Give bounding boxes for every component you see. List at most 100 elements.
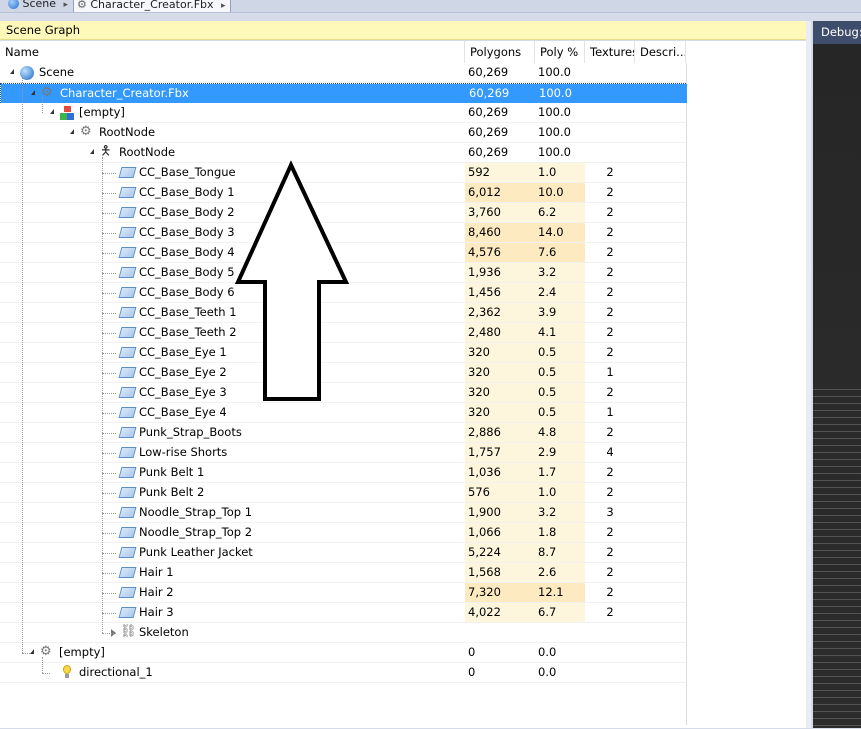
breadcrumb-file[interactable]: ⚙ Character_Creator.Fbx ▸ bbox=[73, 0, 231, 12]
row-name-cell: Punk Belt 2 bbox=[0, 483, 465, 502]
column-header-poly-pct[interactable]: Poly % bbox=[535, 41, 585, 63]
row-description bbox=[635, 663, 686, 682]
row-icon bbox=[20, 63, 40, 82]
row-textures: 2 bbox=[606, 205, 614, 219]
mesh-icon bbox=[118, 227, 137, 238]
row-description bbox=[635, 63, 686, 82]
row-name-cell: CC_Base_Eye 4 bbox=[0, 403, 465, 422]
row-description bbox=[635, 443, 686, 462]
row-textures: 2 bbox=[606, 425, 614, 439]
debug-panel-header[interactable]: Debug: bbox=[813, 21, 861, 44]
panel-title: Scene Graph bbox=[0, 21, 806, 40]
mesh-icon bbox=[118, 587, 137, 598]
expand-toggle-icon[interactable] bbox=[30, 649, 34, 654]
row-name-cell: Hair 2 bbox=[0, 583, 465, 602]
tree-connector bbox=[102, 173, 116, 174]
row-name-cell: ⚙ [empty] bbox=[0, 643, 465, 662]
row-polygons: 60,269 bbox=[468, 145, 509, 159]
mesh-icon bbox=[118, 567, 137, 578]
tree-connector bbox=[42, 673, 50, 674]
debug-viewport[interactable] bbox=[813, 44, 861, 729]
breadcrumb-separator-icon[interactable]: ▸ bbox=[64, 0, 69, 10]
row-textures: 2 bbox=[606, 165, 614, 179]
row-polygons: 3,760 bbox=[465, 203, 535, 222]
row-icon bbox=[118, 563, 140, 582]
expand-toggle-icon[interactable] bbox=[10, 69, 14, 74]
tree-row[interactable]: ⚙ [empty] 0 0.0 bbox=[0, 643, 686, 663]
expand-toggle-icon[interactable] bbox=[31, 90, 35, 95]
column-header-polygons[interactable]: Polygons bbox=[465, 41, 535, 63]
row-label: Punk_Strap_Boots bbox=[139, 425, 242, 439]
row-poly-pct: 8.7 bbox=[535, 543, 585, 562]
tree-connector bbox=[102, 313, 116, 314]
row-icon bbox=[60, 663, 80, 682]
row-label: CC_Base_Body 2 bbox=[139, 205, 235, 219]
column-header-description[interactable]: Descri... bbox=[635, 41, 686, 63]
row-polygons: 5,224 bbox=[465, 543, 535, 562]
row-description bbox=[635, 143, 686, 162]
expand-toggle-icon[interactable] bbox=[50, 109, 54, 114]
row-textures bbox=[585, 143, 635, 162]
breadcrumb-separator-icon[interactable]: ▸ bbox=[221, 1, 226, 11]
tree-row[interactable]: [empty] 60,269 100.0 bbox=[0, 103, 686, 123]
row-icon bbox=[118, 483, 140, 502]
row-label: RootNode bbox=[119, 145, 176, 159]
row-label: Skeleton bbox=[139, 625, 189, 639]
row-textures: 2 bbox=[606, 545, 614, 559]
row-label: CC_Base_Teeth 2 bbox=[139, 325, 237, 339]
mesh-icon bbox=[118, 407, 137, 418]
breadcrumb-scene[interactable]: Scene ▸ bbox=[8, 0, 68, 11]
tree-connector bbox=[102, 233, 116, 234]
row-polygons: 320 bbox=[465, 343, 535, 362]
tree-connector bbox=[102, 293, 116, 294]
row-label: [empty] bbox=[59, 645, 105, 659]
row-textures: 2 bbox=[606, 585, 614, 599]
row-icon bbox=[118, 603, 140, 622]
row-poly-pct: 100.0 bbox=[538, 105, 571, 119]
row-textures: 2 bbox=[606, 345, 614, 359]
mesh-icon bbox=[118, 207, 137, 218]
row-label: CC_Base_Body 1 bbox=[139, 185, 235, 199]
row-polygons: 576 bbox=[465, 483, 535, 502]
row-poly-pct: 6.7 bbox=[535, 603, 585, 622]
mesh-icon bbox=[118, 187, 137, 198]
row-label: Noodle_Strap_Top 2 bbox=[139, 525, 253, 539]
tree-row[interactable]: ⚙ RootNode 60,269 100.0 bbox=[0, 123, 686, 143]
tree-connector bbox=[102, 333, 116, 334]
row-polygons: 1,456 bbox=[465, 283, 535, 302]
chain-link-icon: ⛓ bbox=[120, 624, 137, 639]
row-poly-pct: 0.0 bbox=[538, 645, 557, 659]
row-label: [empty] bbox=[79, 105, 125, 119]
column-headers: Name Polygons Poly % Textures Descri... bbox=[0, 41, 806, 63]
row-label: Hair 1 bbox=[139, 565, 174, 579]
column-header-textures[interactable]: Textures bbox=[585, 41, 635, 63]
row-poly-pct: 2.9 bbox=[535, 443, 585, 462]
row-icon: ⚙ bbox=[40, 643, 60, 662]
tree-connector bbox=[102, 453, 116, 454]
tree-row[interactable]: Scene 60,269 100.0 bbox=[0, 63, 686, 83]
row-icon bbox=[118, 223, 140, 242]
panel-splitter[interactable] bbox=[806, 21, 811, 728]
row-icon bbox=[118, 503, 140, 522]
tree-row[interactable]: ⚙ Character_Creator.Fbx 60,269 100.0 bbox=[0, 83, 687, 103]
mesh-icon bbox=[118, 247, 137, 258]
row-description bbox=[635, 423, 686, 442]
row-polygons: 1,568 bbox=[465, 563, 535, 582]
row-icon bbox=[118, 343, 140, 362]
row-poly-pct: 1.7 bbox=[535, 463, 585, 482]
row-description bbox=[635, 123, 686, 142]
mesh-icon bbox=[118, 427, 137, 438]
row-icon bbox=[118, 463, 140, 482]
row-label: CC_Base_Body 6 bbox=[139, 285, 235, 299]
row-icon: ⚙ bbox=[80, 123, 100, 142]
row-name-cell: ⛓ Skeleton bbox=[0, 623, 465, 642]
tree-row[interactable]: directional_1 0 0.0 bbox=[0, 663, 686, 683]
row-poly-pct: 2.6 bbox=[535, 563, 585, 582]
expand-toggle-icon[interactable] bbox=[70, 129, 74, 134]
column-header-name[interactable]: Name bbox=[0, 41, 465, 63]
expand-toggle-icon[interactable] bbox=[90, 149, 94, 154]
row-polygons: 4,576 bbox=[465, 243, 535, 262]
row-poly-pct: 4.8 bbox=[535, 423, 585, 442]
row-description bbox=[635, 463, 686, 482]
row-poly-pct: 7.6 bbox=[535, 243, 585, 262]
